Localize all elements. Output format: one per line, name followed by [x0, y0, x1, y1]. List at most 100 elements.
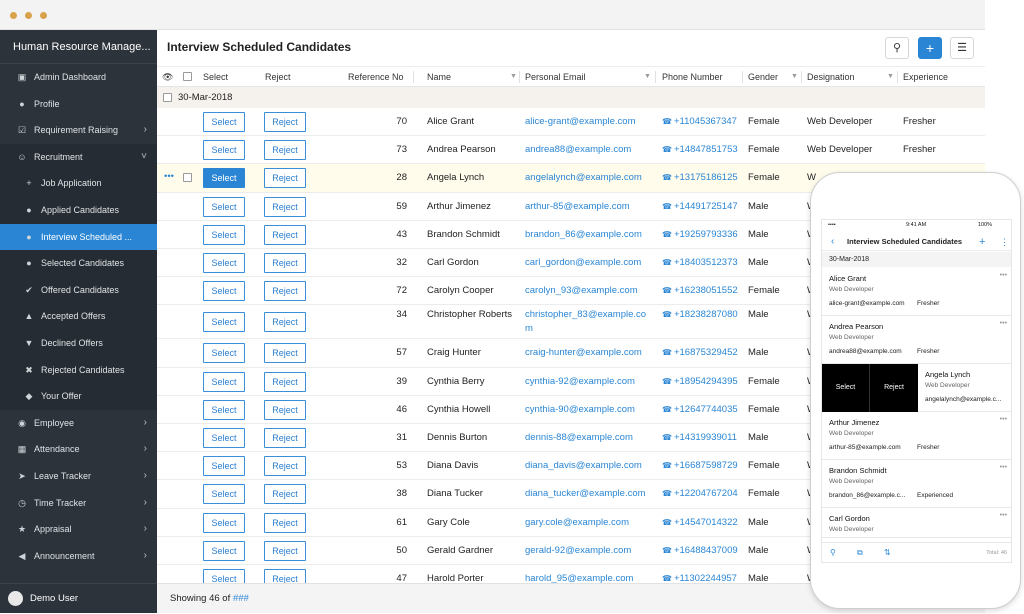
- phone-link[interactable]: ☎ +18403512373: [662, 257, 738, 268]
- email-link[interactable]: arthur-85@example.com: [525, 201, 630, 212]
- phone-number[interactable]: +12204767204: [674, 488, 738, 499]
- more-vertical-icon[interactable]: ⋮: [1000, 233, 1009, 251]
- swipe-reject-button[interactable]: Reject: [870, 364, 918, 412]
- reject-button[interactable]: Reject: [264, 312, 306, 333]
- col-phone-number[interactable]: Phone Number: [662, 67, 723, 87]
- email-link-wrap[interactable]: m: [525, 323, 533, 334]
- mobile-card[interactable]: Select Reject Angela Lynch Web Developer ang…: [822, 364, 1011, 412]
- sidebar-item-applied-candidates[interactable]: ● Applied Candidates: [0, 196, 157, 224]
- phone-number[interactable]: +16488437009: [674, 545, 738, 556]
- reject-button[interactable]: Reject: [264, 484, 306, 505]
- sidebar-item-interview-scheduled[interactable]: ● Interview Scheduled ...: [0, 223, 157, 251]
- sidebar-item-profile[interactable]: ● Profile: [0, 91, 157, 118]
- col-designation[interactable]: Designation: [807, 67, 855, 87]
- email-link[interactable]: andrea88@example.com: [525, 144, 631, 155]
- mobile-card[interactable]: Arthur Jimenez Web Developer arthur-85@exa…: [822, 412, 1011, 460]
- reject-button[interactable]: Reject: [264, 456, 306, 477]
- select-button[interactable]: Select: [203, 428, 245, 449]
- email-link[interactable]: carl_gordon@example.com: [525, 257, 641, 268]
- reject-button[interactable]: Reject: [264, 281, 306, 302]
- phone-link[interactable]: ☎ +14491725147: [662, 201, 738, 212]
- phone-link[interactable]: ☎ +18238287080: [662, 309, 738, 320]
- phone-number[interactable]: +14847851753: [674, 144, 738, 155]
- user-bar[interactable]: Demo User: [0, 583, 157, 613]
- phone-link[interactable]: ☎ +16488437009: [662, 545, 738, 556]
- email-link[interactable]: diana_davis@example.com: [525, 460, 642, 471]
- select-all-checkbox[interactable]: [183, 72, 192, 81]
- phone-link[interactable]: ☎ +11045367347: [662, 116, 737, 127]
- chevron-down-icon[interactable]: ▼: [887, 67, 894, 87]
- phone-link[interactable]: ☎ +18954294395: [662, 376, 738, 387]
- sidebar-item-requirement-raising[interactable]: ☑ Requirement Raising ›: [0, 117, 157, 144]
- phone-number[interactable]: +14319939011: [674, 432, 737, 443]
- select-button[interactable]: Select: [203, 343, 245, 364]
- email-link[interactable]: brandon_86@example.com: [525, 229, 642, 240]
- reject-button[interactable]: Reject: [264, 512, 306, 533]
- mobile-card[interactable]: Carl Gordon Web Developer •••: [822, 508, 1011, 538]
- phone-link[interactable]: ☎ +16875329452: [662, 347, 738, 358]
- col-name[interactable]: Name: [427, 67, 451, 87]
- phone-number[interactable]: +14491725147: [674, 201, 738, 212]
- more-horizontal-icon[interactable]: •••: [1000, 464, 1007, 471]
- reject-button[interactable]: Reject: [264, 112, 306, 133]
- more-horizontal-icon[interactable]: •••: [1000, 320, 1007, 327]
- phone-number[interactable]: +16687598729: [674, 460, 738, 471]
- more-horizontal-icon[interactable]: •••: [1000, 416, 1007, 423]
- sidebar-item-announcement[interactable]: ◀ Announcement ›: [0, 543, 157, 570]
- chevron-down-icon[interactable]: ▼: [644, 67, 651, 87]
- select-button[interactable]: Select: [203, 456, 245, 477]
- col-personal-email[interactable]: Personal Email: [525, 67, 586, 87]
- row-checkbox[interactable]: [183, 173, 192, 183]
- more-horizontal-icon[interactable]: •••: [1000, 272, 1007, 279]
- reject-button[interactable]: Reject: [264, 343, 306, 364]
- reject-button[interactable]: Reject: [264, 540, 306, 561]
- mobile-card[interactable]: Brandon Schmidt Web Developer brandon_86@e…: [822, 460, 1011, 508]
- sidebar-item-declined-offers[interactable]: ▼ Declined Offers: [0, 329, 157, 357]
- select-button[interactable]: Select: [203, 168, 245, 189]
- sidebar-item-rejected-candidates[interactable]: ✖ Rejected Candidates: [0, 356, 157, 384]
- reject-button[interactable]: Reject: [264, 140, 306, 161]
- group-row[interactable]: 30-Mar-2018: [157, 87, 985, 108]
- phone-number[interactable]: +16238051552: [674, 285, 738, 296]
- sidebar-item-recruitment[interactable]: ☺ Recruitment ˅: [0, 143, 157, 171]
- menu-button[interactable]: ☰: [950, 37, 974, 59]
- phone-number[interactable]: +14547014322: [674, 517, 738, 528]
- reject-button[interactable]: Reject: [264, 428, 306, 449]
- window-dot-icon[interactable]: [40, 12, 47, 19]
- sidebar-item-accepted-offers[interactable]: ▲ Accepted Offers: [0, 303, 157, 330]
- phone-number[interactable]: +12647744035: [674, 404, 738, 415]
- sidebar-item-employee[interactable]: ◉ Employee ›: [0, 410, 157, 437]
- window-dot-icon[interactable]: [25, 12, 32, 19]
- eye-icon[interactable]: 👁: [162, 67, 173, 87]
- phone-number[interactable]: +16875329452: [674, 347, 738, 358]
- phone-number[interactable]: +18954294395: [674, 376, 738, 387]
- swipe-select-button[interactable]: Select: [822, 364, 870, 412]
- copy-icon[interactable]: ⧉: [857, 543, 863, 562]
- col-experience[interactable]: Experience: [903, 67, 948, 87]
- email-link[interactable]: diana_tucker@example.com: [525, 488, 646, 499]
- select-button[interactable]: Select: [203, 371, 245, 392]
- sidebar-item-offered-candidates[interactable]: ✔ Offered Candidates: [0, 276, 157, 304]
- phone-link[interactable]: ☎ +12204767204: [662, 488, 738, 499]
- select-button[interactable]: Select: [203, 281, 245, 302]
- sidebar-item-your-offer[interactable]: ◆ Your Offer: [0, 383, 157, 410]
- select-button[interactable]: Select: [203, 140, 245, 161]
- search-icon[interactable]: ⚲: [830, 543, 836, 562]
- col-gender[interactable]: Gender: [748, 67, 778, 87]
- sidebar-item-job-application[interactable]: + Job Application: [0, 170, 157, 197]
- sidebar-item-attendance[interactable]: ▦ Attendance ›: [0, 436, 157, 463]
- mobile-card[interactable]: Andrea Pearson Web Developer andrea88@exam…: [822, 316, 1011, 364]
- phone-link[interactable]: ☎ +13175186125: [662, 172, 738, 183]
- reject-button[interactable]: Reject: [264, 196, 306, 217]
- reject-button[interactable]: Reject: [264, 224, 306, 245]
- reject-button[interactable]: Reject: [264, 371, 306, 392]
- reject-button[interactable]: Reject: [264, 399, 306, 420]
- col-reference-no[interactable]: Reference No: [348, 67, 404, 87]
- email-link[interactable]: cynthia-90@example.com: [525, 404, 635, 415]
- email-link[interactable]: angelalynch@example.com: [525, 172, 642, 183]
- phone-link[interactable]: ☎ +12647744035: [662, 404, 738, 415]
- phone-link[interactable]: ☎ +14319939011: [662, 432, 737, 443]
- email-link[interactable]: carolyn_93@example.com: [525, 285, 638, 296]
- select-button[interactable]: Select: [203, 512, 245, 533]
- email-link[interactable]: alice-grant@example.com: [525, 116, 636, 127]
